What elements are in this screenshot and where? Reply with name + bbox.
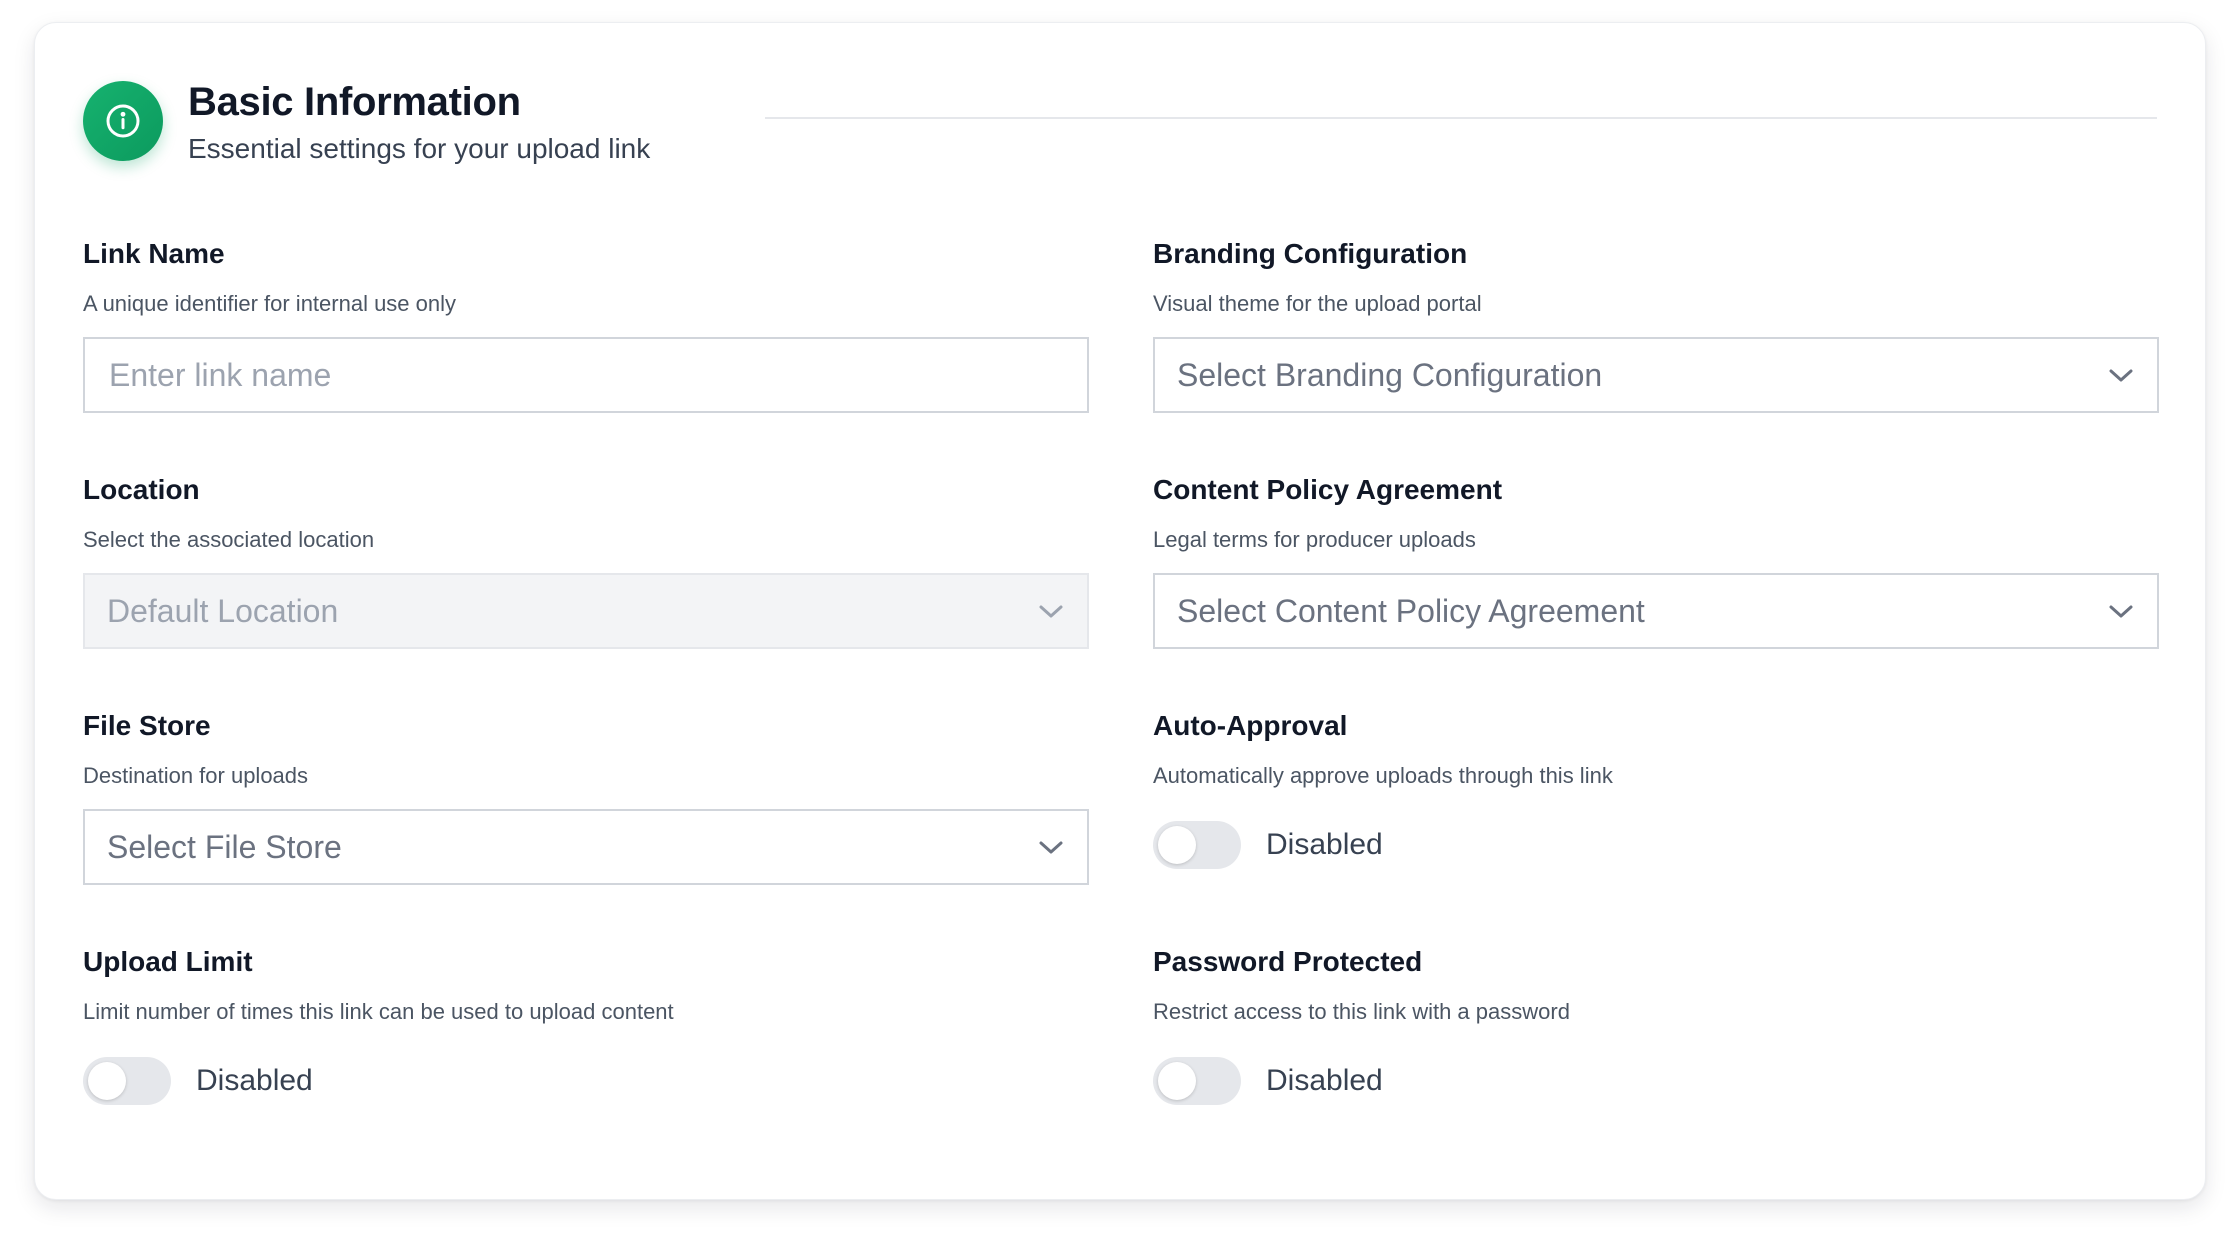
password-protected-description: Restrict access to this link with a pass… [1153, 999, 1570, 1024]
branding-configuration-label: Branding Configuration [1153, 238, 1468, 269]
location-field: Location Select the associated location … [83, 473, 1089, 649]
auto-approval-field: Auto-Approval Automatically approve uplo… [1153, 709, 2159, 869]
file-store-label: File Store [83, 710, 211, 741]
basic-information-card: Basic Information Essential settings for… [34, 22, 2206, 1200]
chevron-down-icon [1037, 838, 1065, 856]
upload-limit-state: Disabled [196, 1064, 313, 1097]
password-protected-toggle[interactable] [1153, 1057, 1241, 1105]
password-protected-toggle-row: Disabled [1153, 1057, 1383, 1105]
auto-approval-toggle[interactable] [1153, 821, 1241, 869]
file-store-description: Destination for uploads [83, 763, 309, 788]
chevron-down-icon [2107, 602, 2135, 620]
toggle-knob [88, 1062, 126, 1100]
link-name-input-box [83, 337, 1089, 413]
auto-approval-label: Auto-Approval [1153, 710, 1348, 741]
password-protected-field: Password Protected Restrict access to th… [1153, 945, 2159, 1105]
content-policy-agreement-field: Content Policy Agreement Legal terms for… [1153, 473, 2159, 649]
link-name-field: Link Name A unique identifier for intern… [83, 237, 1089, 413]
header-divider [765, 117, 2157, 119]
location-select-value: Default Location [107, 592, 339, 629]
toggle-knob [1158, 826, 1196, 864]
info-icon [83, 81, 163, 161]
content-policy-agreement-select[interactable]: Select Content Policy Agreement [1153, 573, 2159, 649]
content-policy-agreement-select-value: Select Content Policy Agreement [1177, 592, 1645, 629]
section-header: Basic Information Essential settings for… [83, 79, 2157, 169]
branding-configuration-field: Branding Configuration Visual theme for … [1153, 237, 2159, 413]
file-store-field: File Store Destination for uploads Selec… [83, 709, 1089, 885]
auto-approval-state: Disabled [1266, 828, 1383, 861]
chevron-down-icon [1037, 602, 1065, 620]
password-protected-label: Password Protected [1153, 946, 1423, 977]
auto-approval-description: Automatically approve uploads through th… [1153, 763, 1613, 788]
branding-configuration-select-value: Select Branding Configuration [1177, 356, 1603, 393]
chevron-down-icon [2107, 366, 2135, 384]
auto-approval-toggle-row: Disabled [1153, 821, 1383, 869]
link-name-input[interactable] [109, 356, 1063, 394]
link-name-label: Link Name [83, 238, 225, 269]
content-policy-agreement-description: Legal terms for producer uploads [1153, 527, 1476, 552]
upload-limit-toggle[interactable] [83, 1057, 171, 1105]
upload-limit-field: Upload Limit Limit number of times this … [83, 945, 1089, 1105]
section-title: Basic Information [188, 80, 521, 124]
file-store-select-value: Select File Store [107, 828, 342, 865]
branding-configuration-description: Visual theme for the upload portal [1153, 291, 1482, 316]
section-subtitle: Essential settings for your upload link [188, 133, 651, 164]
location-label: Location [83, 474, 200, 505]
branding-configuration-select[interactable]: Select Branding Configuration [1153, 337, 2159, 413]
location-description: Select the associated location [83, 527, 375, 552]
link-name-description: A unique identifier for internal use onl… [83, 291, 457, 316]
upload-limit-label: Upload Limit [83, 946, 253, 977]
toggle-knob [1158, 1062, 1196, 1100]
password-protected-state: Disabled [1266, 1064, 1383, 1097]
file-store-select[interactable]: Select File Store [83, 809, 1089, 885]
upload-limit-description: Limit number of times this link can be u… [83, 999, 674, 1024]
upload-limit-toggle-row: Disabled [83, 1057, 313, 1105]
content-policy-agreement-label: Content Policy Agreement [1153, 474, 1503, 505]
location-select[interactable]: Default Location [83, 573, 1089, 649]
